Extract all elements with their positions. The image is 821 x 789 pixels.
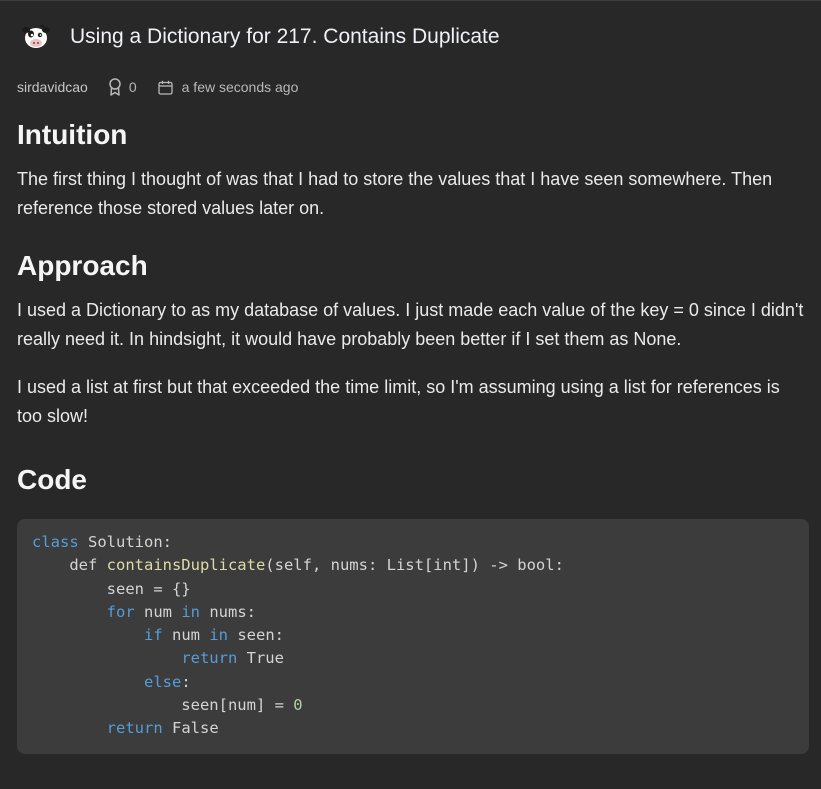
- code-token: if: [143, 626, 163, 645]
- approach-heading: Approach: [17, 250, 148, 281]
- code-token: class: [32, 533, 79, 551]
- approach-section: Approach I used a Dictionary to as my da…: [17, 236, 809, 431]
- code-token: nums:: [200, 602, 256, 621]
- code-token: False: [162, 719, 219, 738]
- post-date: a few seconds ago: [157, 79, 299, 95]
- code-token: Solution:: [78, 533, 172, 551]
- code-token: (self, nums: List[int]) -> bool:: [265, 556, 564, 575]
- code-token: return: [181, 649, 238, 668]
- code-token: True: [237, 649, 284, 668]
- code-line: return False: [32, 719, 219, 737]
- approach-paragraph-2: I used a list at first but that exceeded…: [17, 377, 780, 426]
- code-line: if num in seen:: [32, 626, 284, 644]
- code-line: seen[num] = 0: [32, 696, 303, 715]
- code-heading: Code: [17, 464, 87, 495]
- code-token: seen = {}: [32, 579, 191, 598]
- vote-count-value: 0: [128, 79, 137, 95]
- code-line: return True: [32, 649, 284, 667]
- post-meta: sirdavidcao 0 a few seconds ago: [17, 77, 298, 97]
- code-line: seen = {}: [32, 580, 191, 598]
- code-token: num: [134, 602, 182, 621]
- intuition-heading: Intuition: [17, 119, 128, 150]
- approach-paragraph-1: I used a Dictionary to as my database of…: [17, 300, 804, 349]
- code-line: def containsDuplicate(self, nums: List[i…: [32, 556, 564, 574]
- code-token: in: [181, 602, 200, 621]
- cow-avatar-icon: [22, 24, 50, 48]
- award-ribbon-icon: [109, 78, 121, 96]
- code-line: for num in nums:: [32, 603, 256, 621]
- intuition-paragraph: The first thing I thought of was that I …: [17, 169, 773, 218]
- post-header: Using a Dictionary for 217. Contains Dup…: [17, 18, 500, 56]
- intuition-section: Intuition The first thing I thought of w…: [17, 105, 809, 223]
- code-token: return: [106, 719, 163, 738]
- code-line: else:: [32, 673, 191, 691]
- code-token: 0: [293, 696, 303, 715]
- code-token: for: [106, 602, 135, 621]
- code-token: containsDuplicate: [106, 556, 266, 575]
- code-content[interactable]: class Solution: def containsDuplicate(se…: [32, 531, 794, 741]
- code-block[interactable]: class Solution: def containsDuplicate(se…: [17, 519, 809, 754]
- code-token: seen[num] =: [32, 696, 294, 715]
- code-section: Code class Solution: def containsDuplica…: [17, 450, 809, 754]
- author-name[interactable]: sirdavidcao: [17, 79, 88, 95]
- code-token: def: [32, 556, 107, 575]
- post-title: Using a Dictionary for 217. Contains Dup…: [70, 25, 500, 48]
- code-line: class Solution:: [32, 533, 172, 551]
- post-date-value: a few seconds ago: [181, 79, 299, 95]
- code-token: else: [143, 672, 182, 691]
- author-avatar[interactable]: [17, 18, 55, 56]
- code-token: in: [209, 626, 228, 645]
- code-token: num: [162, 626, 210, 645]
- vote-count: 0: [108, 78, 137, 96]
- code-token: seen:: [228, 626, 284, 645]
- calendar-icon: [157, 80, 173, 95]
- post-content: Intuition The first thing I thought of w…: [17, 105, 809, 754]
- code-token: :: [181, 672, 191, 691]
